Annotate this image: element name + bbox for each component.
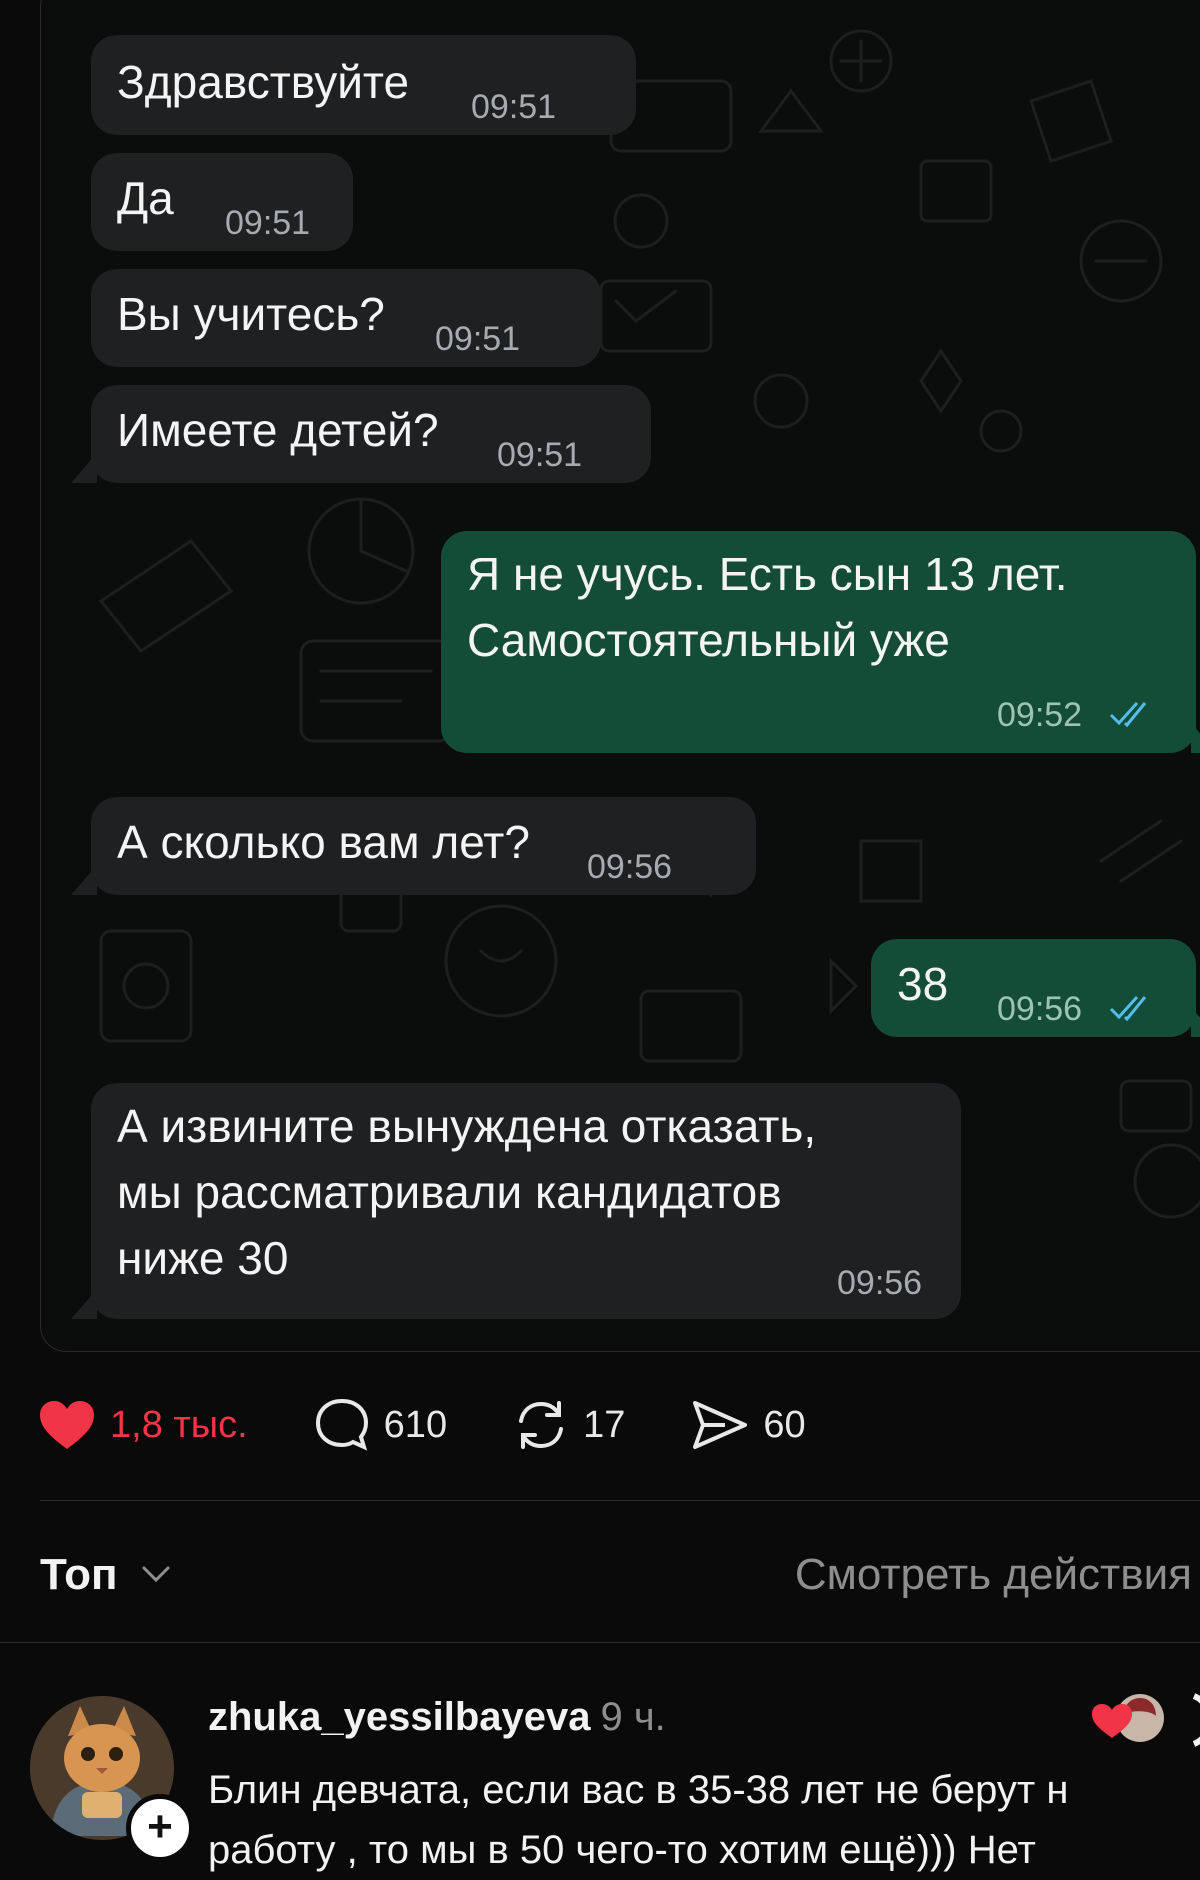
outgoing-message[interactable]: 38 09:56 [871, 939, 1196, 1037]
repost-button[interactable]: 17 [513, 1397, 625, 1453]
bubble-tail [1191, 1007, 1200, 1037]
message-time: 09:56 [997, 990, 1083, 1028]
chat-screenshot: Здравствуйте 09:51 Да 09:51 Вы учитесь? … [40, 0, 1200, 1352]
outgoing-message[interactable]: Я не учусь. Есть сын 13 лет. Самостоятел… [441, 531, 1196, 753]
bubble-tail [71, 1289, 97, 1319]
incoming-message[interactable]: Вы учитесь? 09:51 [91, 269, 601, 367]
comment-body: Блин девчата, если вас в 35-38 лет не бе… [208, 1760, 1200, 1880]
comment-username[interactable]: zhuka_yessilbayeva [208, 1695, 590, 1739]
message-text: Вы учитесь? [117, 288, 385, 340]
chevron-down-icon[interactable] [140, 1562, 172, 1584]
incoming-message[interactable]: Да 09:51 [91, 153, 353, 251]
replies-sort-row: Топ Смотреть действия [40, 1540, 1200, 1610]
message-time: 09:56 [837, 1264, 923, 1302]
comment-icon [315, 1398, 368, 1451]
send-icon [693, 1401, 748, 1449]
message-time: 09:56 [587, 848, 673, 886]
message-time: 09:51 [497, 436, 583, 474]
bubble-tail [71, 453, 97, 483]
author-liked-icon [1092, 1693, 1200, 1747]
message-text: Здравствуйте [117, 56, 410, 108]
message-text: Я не учусь. Есть сын 13 лет. Самостоятел… [467, 548, 1068, 666]
incoming-message[interactable]: Имеете детей? 09:51 [91, 385, 651, 483]
comment-header: zhuka_yessilbayeva 9 ч. [208, 1690, 666, 1744]
comment-button[interactable]: 610 [314, 1397, 447, 1453]
incoming-message[interactable]: А сколько вам лет? 09:56 [91, 797, 756, 895]
bubble-tail [71, 865, 97, 895]
divider [0, 1642, 1200, 1643]
like-button[interactable]: 1,8 тыс. [38, 1399, 248, 1451]
read-ticks-icon [1109, 701, 1147, 728]
repost-count: 17 [583, 1403, 626, 1446]
like-count: 1,8 тыс. [110, 1403, 248, 1446]
repost-icon [519, 1401, 564, 1449]
message-time: 09:51 [471, 88, 557, 126]
message-time: 09:51 [435, 320, 521, 358]
incoming-message[interactable]: А извините вынуждена отказать, мы рассма… [91, 1083, 961, 1319]
comment-count: 610 [383, 1403, 448, 1446]
comment-age: 9 ч. [600, 1695, 666, 1739]
message-text: Имеете детей? [117, 404, 439, 456]
view-activity-link[interactable]: Смотреть действия [795, 1540, 1192, 1610]
share-button[interactable]: 60 [691, 1397, 806, 1453]
message-text: А сколько вам лет? [117, 816, 530, 868]
follow-plus-button[interactable]: + [126, 1794, 194, 1862]
message-time: 09:52 [997, 696, 1083, 734]
post-actions-bar: 1,8 тыс. 610 17 60 [38, 1395, 872, 1455]
comment-text-line: работу , то мы в 50 чего-то хотим ещё)))… [208, 1828, 1036, 1872]
heart-icon [40, 1401, 94, 1449]
message-time: 09:51 [225, 204, 311, 242]
message-text: 38 [897, 958, 949, 1010]
read-ticks-icon [1109, 995, 1147, 1022]
message-text: А извините вынуждена отказать, мы рассма… [117, 1100, 817, 1284]
bubble-tail [1191, 723, 1200, 753]
sort-dropdown[interactable]: Топ [40, 1540, 118, 1610]
comment-text-line: Блин девчата, если вас в 35-38 лет не бе… [208, 1768, 1069, 1812]
share-count: 60 [763, 1403, 806, 1446]
divider [40, 1500, 1200, 1501]
message-text: Да [117, 172, 174, 224]
incoming-message[interactable]: Здравствуйте 09:51 [91, 35, 636, 135]
